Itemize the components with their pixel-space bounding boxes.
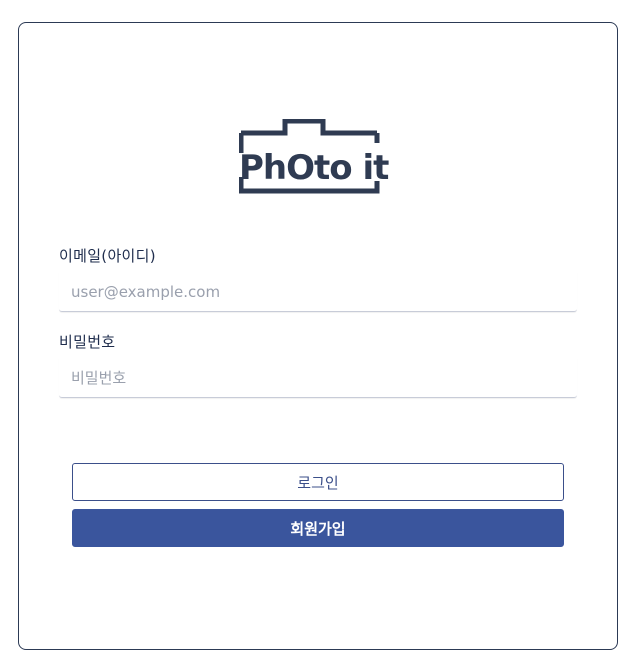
- login-button-label: 로그인: [297, 473, 339, 492]
- login-card: PhOto it 이메일(아이디) 비밀번호 로그인 회원가입: [18, 22, 618, 650]
- email-input[interactable]: [59, 272, 577, 312]
- signup-button[interactable]: 회원가입: [72, 509, 564, 547]
- logo-text: PhOto it: [239, 148, 389, 188]
- password-label: 비밀번호: [59, 333, 116, 351]
- login-button[interactable]: 로그인: [72, 463, 564, 501]
- password-input[interactable]: [59, 358, 577, 398]
- signup-button-label: 회원가입: [290, 519, 346, 538]
- email-label: 이메일(아이디): [59, 247, 156, 265]
- photo-it-logo: PhOto it: [239, 119, 390, 194]
